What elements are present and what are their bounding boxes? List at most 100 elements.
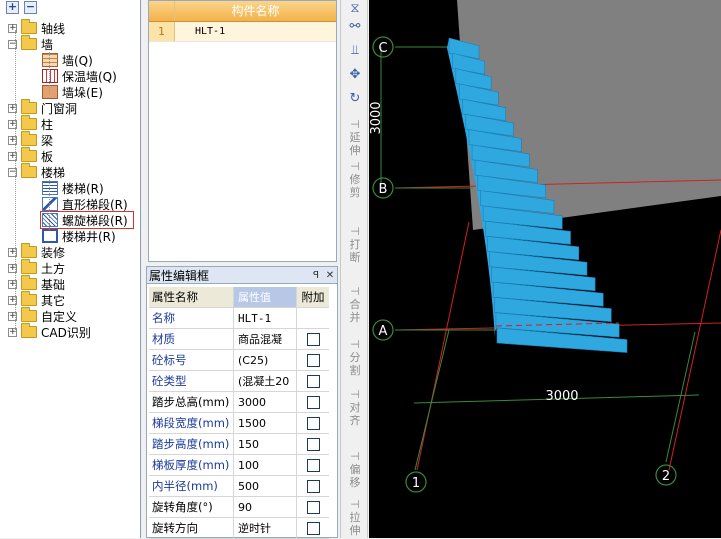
move-icon[interactable]: ✥ bbox=[345, 66, 365, 84]
property-row[interactable]: 材质 商品混凝 bbox=[149, 329, 329, 350]
tree-node-label: 楼梯 bbox=[41, 165, 66, 180]
property-value[interactable]: (混凝土20 bbox=[234, 371, 297, 391]
property-value[interactable]: HLT-1 bbox=[234, 308, 297, 328]
offset-button[interactable]: ⊣ 偏移 bbox=[347, 450, 363, 489]
extra-checkbox[interactable] bbox=[306, 437, 320, 451]
selection-highlight bbox=[40, 211, 134, 229]
component-list[interactable]: 构件名称 1 HLT-1 bbox=[148, 0, 337, 262]
property-extra-cell bbox=[297, 434, 329, 454]
extend-label-char: 伸 bbox=[349, 144, 361, 157]
property-value[interactable]: 3000 bbox=[234, 392, 297, 412]
break-icon: ⊣ bbox=[350, 225, 360, 238]
break-label-char: 断 bbox=[349, 251, 361, 264]
folder-icon bbox=[21, 99, 37, 114]
axis-line-1 bbox=[414, 329, 450, 471]
tree-node-5[interactable]: + 门窗洞 bbox=[8, 99, 78, 116]
align-icon: ⊣ bbox=[350, 388, 360, 401]
tree-connector-line bbox=[49, 52, 50, 94]
align-button[interactable]: ⊣ 对齐 bbox=[347, 388, 363, 427]
tree-node-label: 墙 bbox=[41, 37, 54, 52]
component-row[interactable]: 1 HLT-1 bbox=[149, 22, 336, 42]
collapse-all-button[interactable]: − bbox=[24, 1, 37, 14]
wall-icon bbox=[42, 53, 58, 67]
tree-node-14[interactable]: + 装修 bbox=[8, 243, 65, 260]
extra-checkbox[interactable] bbox=[306, 500, 320, 514]
property-value[interactable]: 500 bbox=[234, 476, 297, 496]
copy-icon[interactable]: ⚯ bbox=[345, 18, 365, 36]
tree-node-10[interactable]: 楼梯(R) bbox=[42, 180, 104, 196]
property-value[interactable]: 商品混凝 bbox=[234, 329, 297, 349]
extra-checkbox[interactable] bbox=[306, 374, 320, 388]
property-row[interactable]: 旋转方向 逆时针 bbox=[149, 518, 329, 539]
mirror-axis-icon[interactable]: ⫫ bbox=[345, 42, 365, 60]
close-icon[interactable]: ✕ bbox=[323, 270, 337, 281]
split-button[interactable]: ⊣ 分割 bbox=[347, 338, 363, 377]
tree-node-11[interactable]: 直形梯段(R) bbox=[42, 196, 128, 212]
tree-node-9[interactable]: − 楼梯 bbox=[8, 163, 66, 180]
property-extra-cell bbox=[297, 371, 329, 391]
extra-checkbox[interactable] bbox=[306, 458, 320, 472]
component-name-cell[interactable]: HLT-1 bbox=[175, 22, 336, 41]
property-row[interactable]: 踏步总高(mm) 3000 bbox=[149, 392, 329, 413]
drawing-canvas[interactable]: C B A 1 2 3000 3000 bbox=[369, 0, 721, 538]
tree-node-18[interactable]: + 自定义 bbox=[8, 307, 78, 324]
component-tree[interactable]: + − + 轴线 − 墙墙(Q) 保温墙(Q) 墙垛(E) + 门窗洞 + 柱 + 梁 + 板 − 楼梯 楼梯(… bbox=[0, 0, 141, 538]
tree-node-label: 板 bbox=[41, 149, 54, 164]
extra-checkbox[interactable] bbox=[306, 479, 320, 493]
property-row[interactable]: 梯段宽度(mm) 1500 bbox=[149, 413, 329, 434]
component-list-header: 构件名称 bbox=[149, 1, 336, 22]
middle-pane: 构件名称 1 HLT-1 属性编辑框 ꟼ ✕ 属性名称 属性值 附加 名称 HLT… bbox=[142, 0, 339, 539]
tree-node-17[interactable]: + 其它 bbox=[8, 291, 66, 308]
property-row[interactable]: 砼标号 (C25) bbox=[149, 350, 329, 371]
tree-node-15[interactable]: + 土方 bbox=[8, 259, 65, 276]
property-value[interactable]: (C25) bbox=[234, 350, 297, 370]
property-extra-cell bbox=[297, 350, 329, 370]
axis-label-1: 1 bbox=[412, 476, 420, 491]
component-name-column[interactable]: 构件名称 bbox=[175, 1, 336, 21]
property-row[interactable]: 踏步高度(mm) 150 bbox=[149, 434, 329, 455]
property-value[interactable]: 90 bbox=[234, 497, 297, 517]
extra-checkbox[interactable] bbox=[306, 521, 320, 535]
extra-checkbox[interactable] bbox=[306, 416, 320, 430]
grid-line-1-red bbox=[416, 221, 470, 471]
property-name: 材质 bbox=[149, 329, 234, 349]
property-row[interactable]: 砼类型 (混凝土20 bbox=[149, 371, 329, 392]
tree-node-4[interactable]: 墙垛(E) bbox=[42, 84, 103, 100]
trim-button[interactable]: ⊣ 修剪 bbox=[347, 160, 363, 199]
tree-node-3[interactable]: 保温墙(Q) bbox=[42, 68, 117, 84]
tree-node-0[interactable]: + 轴线 bbox=[8, 19, 65, 36]
property-row[interactable]: 内半径(mm) 500 bbox=[149, 476, 329, 497]
property-row[interactable]: 名称 HLT-1 bbox=[149, 308, 329, 329]
pin-icon[interactable]: ꟼ bbox=[309, 270, 323, 281]
tree-node-label: 自定义 bbox=[41, 309, 78, 324]
mirror-icon[interactable]: ⧖ bbox=[345, 0, 365, 18]
property-value[interactable]: 150 bbox=[234, 434, 297, 454]
break-button[interactable]: ⊣ 打断 bbox=[347, 225, 363, 264]
extend-button[interactable]: ⊣ 延伸 bbox=[347, 118, 363, 157]
tree-node-label: 直形梯段(R) bbox=[62, 197, 128, 212]
tree-node-label: 门窗洞 bbox=[41, 101, 78, 116]
property-value[interactable]: 逆时针 bbox=[234, 518, 297, 538]
extra-checkbox[interactable] bbox=[306, 395, 320, 409]
property-row[interactable]: 旋转角度(°) 90 bbox=[149, 497, 329, 518]
tree-node-13[interactable]: 楼梯井(R) bbox=[42, 228, 116, 244]
tree-node-label: 其它 bbox=[41, 293, 66, 308]
tree-node-16[interactable]: + 基础 bbox=[8, 275, 65, 292]
extra-checkbox[interactable] bbox=[306, 353, 320, 367]
split-icon: ⊣ bbox=[350, 338, 360, 351]
property-extra-cell bbox=[297, 455, 329, 475]
folder-icon bbox=[21, 19, 37, 34]
property-value[interactable]: 1500 bbox=[234, 413, 297, 433]
expand-all-button[interactable]: + bbox=[6, 1, 19, 14]
stretch-button[interactable]: ⊣ 拉伸 bbox=[347, 498, 363, 537]
folder-icon bbox=[21, 35, 37, 50]
tree-node-19[interactable]: + CAD识别 bbox=[8, 323, 91, 340]
property-row[interactable]: 梯板厚度(mm) 100 bbox=[149, 455, 329, 476]
extra-checkbox[interactable] bbox=[306, 332, 320, 346]
folder-icon bbox=[21, 323, 37, 338]
property-name: 内半径(mm) bbox=[149, 476, 234, 496]
rotate-icon[interactable]: ↻ bbox=[345, 90, 365, 108]
merge-button[interactable]: ⊣ 合并 bbox=[347, 285, 363, 324]
property-value[interactable]: 100 bbox=[234, 455, 297, 475]
trim-label-char: 剪 bbox=[349, 186, 361, 199]
